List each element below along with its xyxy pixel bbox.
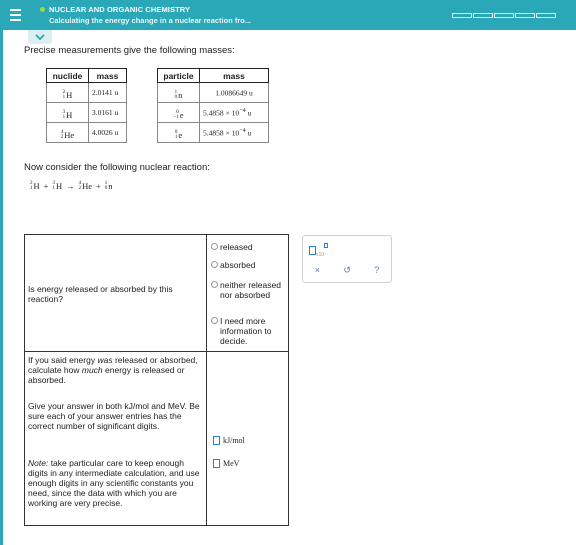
menu-icon-line <box>9 9 21 11</box>
progress-indicator <box>452 13 557 18</box>
mass-cell: 5.4858 × 10−4 u <box>199 122 269 143</box>
mass-cell: 1.0086649 u <box>199 82 269 103</box>
product-helium: 4 2 He <box>78 181 92 191</box>
nuclide-cell: 4 2 He <box>46 122 89 143</box>
progress-segment <box>515 13 535 18</box>
divider <box>25 351 288 352</box>
particle-cell: 01e <box>157 122 200 143</box>
calculation-instructions: If you said energy was released or absor… <box>28 355 198 385</box>
progress-segment <box>536 13 556 18</box>
course-title: NUCLEAR AND ORGANIC CHEMISTRY <box>40 5 190 14</box>
divider <box>206 235 207 525</box>
exponent-box-icon <box>324 243 329 248</box>
table-row: 4 2 He 4.0026 u <box>46 122 127 143</box>
clear-button[interactable]: × <box>315 265 320 276</box>
tool-buttons: × ↺ ? <box>303 265 391 276</box>
left-border <box>0 30 3 545</box>
question-release-absorb: Is energy released or absorbed by this r… <box>28 284 173 304</box>
chevron-down-icon <box>35 34 45 40</box>
progress-segment <box>452 13 472 18</box>
question-table: Is energy released or absorbed by this r… <box>24 234 289 526</box>
answer-kjmol[interactable]: kJ/mol <box>213 436 245 445</box>
status-dot-icon <box>40 7 45 12</box>
table-header: nuclide <box>46 68 89 83</box>
progress-segment <box>494 13 514 18</box>
table-header: mass <box>199 68 269 83</box>
reactant-tritium: 31H <box>52 181 63 191</box>
answer-input-kjmol[interactable] <box>213 436 220 445</box>
intro-text: Precise measurements give the following … <box>24 45 235 56</box>
mass-cell: 3.0161 u <box>88 102 127 123</box>
option-need-info[interactable]: I need more information to decide. <box>211 316 289 346</box>
product-neutron: 10n <box>104 181 113 191</box>
scientific-notation-button[interactable]: x10 <box>309 243 329 258</box>
radio-button[interactable] <box>211 317 218 324</box>
answer-input-mev[interactable] <box>213 459 220 468</box>
nuclide-table: nuclide mass 21H 2.0141 u 31H 3.0161 u 4… <box>46 68 127 143</box>
option-neither[interactable]: neither released nor absorbed <box>211 280 289 300</box>
times-ten-label: x10 <box>316 252 325 258</box>
mass-cell: 4.0026 u <box>88 122 127 143</box>
particle-cell: 0 −1 e <box>157 102 200 123</box>
menu-icon-line <box>9 19 21 21</box>
undo-button[interactable]: ↺ <box>343 265 351 276</box>
menu-icon-line <box>9 14 21 16</box>
mantissa-box-icon <box>309 246 316 255</box>
sig-fig-instructions: Give your answer in both kJ/mol and MeV.… <box>28 401 200 431</box>
collapse-button[interactable] <box>28 30 52 44</box>
math-tool-panel: x10 × ↺ ? <box>302 235 392 283</box>
particle-cell: 10n <box>157 82 200 103</box>
course-title-text: NUCLEAR AND ORGANIC CHEMISTRY <box>49 5 191 14</box>
plus-sign: + <box>96 181 101 191</box>
plus-sign: + <box>43 181 49 191</box>
option-absorbed[interactable]: absorbed <box>211 260 255 270</box>
table-row: 0 −1 e 5.4858 × 10−4 u <box>157 102 269 123</box>
help-button[interactable]: ? <box>374 265 379 276</box>
reaction-prompt: Now consider the following nuclear react… <box>24 162 210 173</box>
reaction-arrow-icon: → <box>66 181 75 191</box>
mass-cell: 2.0141 u <box>88 82 127 103</box>
table-row: 21H 2.0141 u <box>46 82 127 103</box>
nuclear-equation: 21H + 31H → 4 2 He + 10n <box>30 181 113 191</box>
progress-segment <box>473 13 493 18</box>
nuclide-cell: 21H <box>46 82 89 103</box>
header-bar: NUCLEAR AND ORGANIC CHEMISTRY Calculatin… <box>0 0 576 30</box>
particle-table: particle mass 10n 1.0086649 u 0 −1 e 5.485… <box>157 68 269 143</box>
menu-button[interactable] <box>5 5 25 25</box>
table-header: particle <box>157 68 200 83</box>
table-row: 31H 3.0161 u <box>46 102 127 123</box>
table-row: 10n 1.0086649 u <box>157 82 269 103</box>
reactant-deuterium: 21H <box>30 181 40 191</box>
table-header: mass <box>88 68 127 83</box>
assignment-subtitle: Calculating the energy change in a nucle… <box>49 16 252 25</box>
nuclide-cell: 31H <box>46 102 89 123</box>
option-released[interactable]: released <box>211 242 253 252</box>
table-row: 01e 5.4858 × 10−4 u <box>157 122 269 143</box>
radio-button[interactable] <box>211 243 218 250</box>
radio-button[interactable] <box>211 261 218 268</box>
answer-mev[interactable]: MeV <box>213 459 239 468</box>
radio-button[interactable] <box>211 281 218 288</box>
mass-cell: 5.4858 × 10−4 u <box>199 102 269 123</box>
precision-note: Note: take particular care to keep enoug… <box>28 458 200 508</box>
